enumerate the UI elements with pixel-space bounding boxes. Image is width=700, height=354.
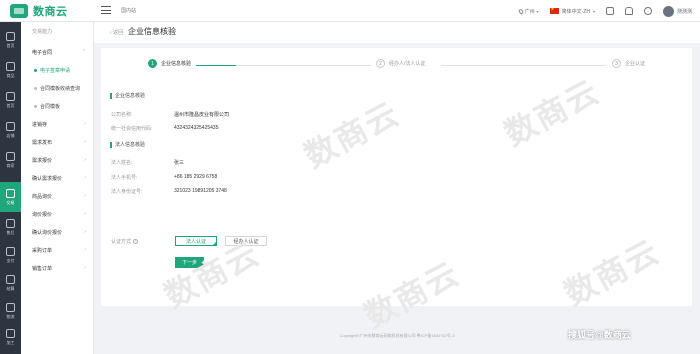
- step-agent-legal-auth: 2 经办人/法人认证: [376, 59, 425, 68]
- submenu-item-esign-apply[interactable]: 电子签章申请: [21, 61, 94, 79]
- chevron-right-icon: ›: [84, 211, 86, 217]
- site-breadcrumb[interactable]: 国内站: [121, 7, 136, 14]
- logistics-icon: [6, 302, 15, 312]
- submenu-group-contract[interactable]: 电子合同 ⌃: [21, 43, 94, 61]
- rail-item-home[interactable]: 首页: [0, 25, 21, 55]
- rail-item-store[interactable]: 店铺: [0, 115, 21, 145]
- chevron-right-icon: ›: [84, 247, 86, 253]
- logo-icon: [10, 4, 28, 18]
- chevron-right-icon: ›: [84, 229, 86, 235]
- primary-nav-rail: 首页 商品 首页 店铺 商家 订单 交易 售后 支付 结算 物流 加工 系统: [0, 22, 21, 354]
- logo-text: 数商云: [33, 6, 68, 18]
- question-icon[interactable]: ?: [133, 238, 139, 244]
- trade-icon: [6, 188, 15, 198]
- chevron-up-icon: ⌃: [81, 49, 86, 55]
- top-header: 数商云 国内站 广州 ▾ 简体中文-ZH ▾ 测测测: [0, 0, 700, 22]
- chevron-right-icon: ›: [84, 265, 86, 271]
- help-icon[interactable]: [605, 7, 614, 15]
- field-credit-code: 统一社会信用代码: 4324324325425435: [111, 125, 219, 132]
- avatar: [662, 5, 674, 17]
- field-company-name: 公司名称: 温州市隆昌皮业有限公司: [111, 112, 230, 118]
- settle-icon: [6, 274, 15, 284]
- bell-icon[interactable]: [624, 7, 633, 15]
- field-legal-phone: 法人手机号: +86 185 2929 6758: [111, 174, 218, 181]
- chevron-down-icon: ▾: [536, 8, 539, 14]
- submenu-item-demand-quote[interactable]: 需求报价 ›: [21, 151, 94, 169]
- next-button[interactable]: 下一步: [175, 257, 204, 268]
- user-menu[interactable]: 测测测: [662, 5, 692, 17]
- aftersale-icon: [6, 218, 15, 228]
- chevron-down-icon: ▾: [592, 8, 595, 14]
- submenu-item-goods-inquiry[interactable]: 商品询价 ›: [21, 187, 94, 205]
- language-label: 简体中文-ZH: [561, 8, 590, 15]
- message-icon[interactable]: [643, 7, 652, 15]
- process-icon: [6, 328, 15, 338]
- rail-item-trade[interactable]: 交易: [0, 182, 21, 212]
- submenu-item-inquiry-quote[interactable]: 询价报价 ›: [21, 205, 94, 223]
- step-company-auth: 3 企业认证: [612, 59, 645, 68]
- submenu-item-inventory[interactable]: 进销存 ›: [21, 115, 94, 133]
- submenu-item-template[interactable]: 合同模板: [21, 97, 94, 115]
- rail-item-goods[interactable]: 商品: [0, 55, 21, 85]
- back-link[interactable]: ‹ 返回: [110, 29, 123, 36]
- page-title: 企业信息核验: [128, 27, 176, 36]
- submenu-item-sales-order[interactable]: 销售订单 ›: [21, 259, 94, 277]
- home-icon: [6, 31, 15, 41]
- bullet-icon: [34, 104, 37, 108]
- menu-toggle-icon[interactable]: [101, 5, 111, 15]
- step-connector: [441, 65, 606, 66]
- auth-method-label: 认证方式?: [111, 238, 139, 245]
- main-content: ‹ 返回 企业信息核验 1 企业信息核验 2 经办人/法人认证 3 企业认证 企业信息…: [94, 22, 700, 354]
- bullet-icon: [34, 68, 37, 72]
- submenu-item-demand-publish[interactable]: 需求发布 ›: [21, 133, 94, 151]
- store-icon: [6, 121, 15, 131]
- progress-steps: 1 企业信息核验 2 经办人/法人认证 3 企业认证: [101, 59, 692, 71]
- secondary-nav: 交易能力 电子合同 ⌃ 电子签章申请 合同模板收纳查询 合同模板 进销存 › 需求发…: [21, 22, 94, 354]
- submenu-item-template-query[interactable]: 合同模板收纳查询: [21, 79, 94, 97]
- merchant-icon: [6, 151, 15, 161]
- submenu-item-confirm-demand-quote[interactable]: 确认需求报价 ›: [21, 169, 94, 187]
- step-connector: [236, 65, 371, 66]
- rail-item-aftersale[interactable]: 售后: [0, 212, 21, 242]
- chevron-right-icon: ›: [84, 175, 86, 181]
- header-actions: 广州 ▾ 简体中文-ZH ▾ 测测测: [517, 4, 692, 18]
- submenu-section-title: 交易能力: [32, 28, 53, 35]
- section-title-legal: 法人信息核验: [110, 142, 145, 148]
- auth-method-row: 认证方式? 法人认证 经办人认证: [111, 236, 275, 246]
- language-selector[interactable]: 简体中文-ZH ▾: [549, 6, 595, 15]
- chevron-right-icon: ›: [84, 193, 86, 199]
- goods-icon: [6, 61, 15, 71]
- submenu-item-purchase-order[interactable]: 采购订单 ›: [21, 241, 94, 259]
- step-company-verify: 1 企业信息核验: [148, 59, 191, 68]
- rail-item-merchant[interactable]: 商家: [0, 145, 21, 175]
- auth-option-legal[interactable]: 法人认证: [175, 236, 217, 246]
- username: 测测测: [676, 8, 692, 15]
- rail-item-settle[interactable]: 结算: [0, 268, 21, 298]
- rail-item-process[interactable]: 加工: [0, 322, 21, 352]
- auth-option-agent[interactable]: 经办人认证: [225, 236, 267, 246]
- step-connector: [196, 65, 236, 66]
- source-badge: 搜狐号@数商云: [568, 330, 631, 340]
- shop-icon: [6, 91, 15, 101]
- bullet-icon: [34, 86, 37, 90]
- chevron-right-icon: ›: [84, 121, 86, 127]
- location-pin-icon: [517, 7, 524, 15]
- pay-icon: [6, 246, 15, 256]
- location-label: 广州: [524, 8, 535, 15]
- page-header: ‹ 返回 企业信息核验: [94, 22, 700, 43]
- section-title-company: 企业信息核验: [110, 93, 145, 99]
- logo[interactable]: 数商云: [0, 0, 85, 22]
- rail-item-shop[interactable]: 首页: [0, 85, 21, 115]
- china-flag-icon: [549, 6, 559, 14]
- field-legal-name: 法人姓名: 张三: [111, 160, 185, 166]
- submenu-item-confirm-inquiry-quote[interactable]: 确认询价报价 ›: [21, 223, 94, 241]
- rail-item-pay[interactable]: 支付: [0, 240, 21, 270]
- field-legal-id: 法人身份证号: 321023 19891205 3748: [111, 188, 227, 195]
- chevron-right-icon: ›: [84, 157, 86, 163]
- location-selector[interactable]: 广州 ▾: [517, 7, 539, 15]
- chevron-right-icon: ›: [84, 139, 86, 145]
- verification-card: 1 企业信息核验 2 经办人/法人认证 3 企业认证 企业信息核验 公司名称: 温州市隆…: [101, 48, 692, 306]
